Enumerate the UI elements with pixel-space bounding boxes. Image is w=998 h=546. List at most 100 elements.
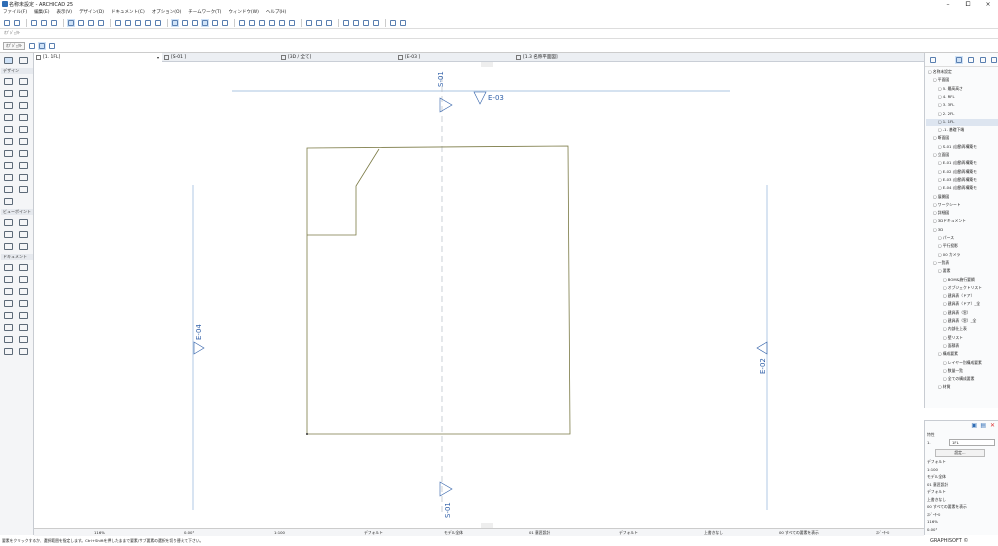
section-document[interactable]: ドキュメント	[1, 254, 33, 260]
menu-document[interactable]: ドキュメント(C)	[111, 9, 145, 17]
publisher-icon[interactable]	[979, 56, 987, 64]
menu-teamwork[interactable]: チームワーク(T)	[188, 9, 221, 17]
teamwork-icon[interactable]	[372, 19, 380, 27]
navigator-item[interactable]: ▢ S-01 (自動再構築モ	[926, 144, 977, 151]
room-outline[interactable]	[307, 148, 380, 236]
3d-icon[interactable]	[305, 19, 313, 27]
navigator-item[interactable]: ▢ 名称未設定	[926, 69, 952, 76]
zoom-icon[interactable]	[248, 19, 256, 27]
property-row[interactable]: 上書きなし	[927, 497, 946, 503]
navigator-item[interactable]: ▢ 建具表（窓）	[926, 310, 971, 317]
grid-snap-icon[interactable]	[114, 19, 122, 27]
slab-tool-icon[interactable]	[19, 90, 28, 97]
navigator-item[interactable]: ▢ 数量一覧	[926, 368, 963, 375]
renovation-icon[interactable]	[389, 19, 397, 27]
navigator-item[interactable]: ▢ 詳細図	[926, 210, 949, 217]
detail-tool-icon[interactable]	[4, 243, 13, 250]
rotate-icon[interactable]	[211, 19, 219, 27]
geometry-method-icon[interactable]	[28, 42, 36, 50]
circle-tool-icon[interactable]	[4, 324, 13, 331]
new-view-icon[interactable]: ▣	[971, 422, 977, 429]
image-tool-icon[interactable]	[19, 348, 28, 355]
hotspot2-tool-icon[interactable]	[19, 336, 28, 343]
selection-method-icon[interactable]	[38, 41, 46, 50]
property-row[interactable]: 1:100	[927, 467, 938, 472]
menu-options[interactable]: オプション(O)	[152, 9, 182, 17]
camera-tool-icon[interactable]	[19, 243, 28, 250]
line-tool-icon[interactable]	[19, 312, 28, 319]
tab-3d-all[interactable]: [3D / 全て]	[279, 53, 396, 62]
shell-tool-icon[interactable]	[19, 102, 28, 109]
navigator-item[interactable]: ▢ 建具表（ドア）	[926, 293, 974, 300]
marquee-tool-icon[interactable]	[19, 57, 28, 64]
measure-icon[interactable]	[238, 19, 246, 27]
rotation-angle[interactable]: 0.00°	[184, 530, 194, 535]
navigator-item[interactable]: ▢ BOM&施行要綱	[926, 277, 975, 284]
navigator-item[interactable]: ▢ 断面図	[926, 135, 949, 142]
navigator-item[interactable]: ▢ 3Dドキュメント	[926, 218, 966, 225]
suspend-groups-icon[interactable]	[144, 19, 152, 27]
tab-elevation-e03[interactable]: [E-03 ]	[396, 53, 514, 62]
grid-tool-icon[interactable]	[19, 186, 28, 193]
fillet-icon[interactable]	[288, 19, 296, 27]
maximize-button[interactable]: ⧠	[958, 0, 978, 9]
lamp-tool-icon[interactable]	[19, 174, 28, 181]
navigator-item[interactable]: ▢ 要素	[926, 268, 950, 275]
floor-plan-canvas[interactable]: S-01 E-03 E-04 E-02 S-01	[34, 62, 924, 528]
navigator-item[interactable]: ▢ 3D	[926, 227, 943, 234]
undo-icon[interactable]	[3, 19, 11, 27]
morph-tool-icon[interactable]	[19, 150, 28, 157]
navigator-item[interactable]: ▢ 2. 2FL	[926, 111, 954, 118]
navigator-item[interactable]: ▢ レイヤー別構成要素	[926, 360, 982, 367]
interior-elevation-tool-icon[interactable]	[4, 231, 13, 238]
building-outline[interactable]	[306, 145, 571, 435]
menu-design[interactable]: デザイン(D)	[79, 9, 104, 17]
property-row[interactable]: 01 意匠設計	[927, 482, 948, 488]
object-tool-icon[interactable]	[4, 174, 13, 181]
opening-tool-icon[interactable]	[4, 150, 13, 157]
snap-point-icon[interactable]	[87, 19, 95, 27]
roof-tool-icon[interactable]	[4, 102, 13, 109]
story-name-field[interactable]: 1FL	[949, 439, 995, 446]
layout-book-icon[interactable]	[967, 56, 975, 64]
print-icon[interactable]	[362, 19, 370, 27]
navigator-item[interactable]: ▢ オブジェクトリスト	[926, 285, 982, 292]
navigator-item[interactable]: ▢ 構成要素	[926, 351, 958, 358]
navigator-item[interactable]: ▢ -1. 基礎下端	[926, 127, 964, 134]
elevation-marker-tool-icon[interactable]	[19, 219, 28, 226]
navigator-item[interactable]: ▢ E-04 (自動再構築モ	[926, 185, 977, 192]
dimension-tool-icon[interactable]	[4, 264, 13, 271]
navigator-item[interactable]: ▢ 一覧表	[926, 260, 949, 267]
clone-view-icon[interactable]: ▤	[980, 422, 986, 429]
e04-arrow-icon[interactable]	[193, 341, 205, 355]
property-row[interactable]: 00 すべての要素を表示	[927, 504, 967, 510]
equipment-tool-icon[interactable]	[4, 186, 13, 193]
navigator-item[interactable]: ▢ ワークシート	[926, 202, 961, 209]
snap-guide-icon[interactable]	[97, 19, 105, 27]
window-tool-icon[interactable]	[4, 138, 13, 145]
navigator-item[interactable]: ▢ 4. RFL	[926, 94, 955, 101]
navigator-item[interactable]: ▢ 建具表（ドア）_全	[926, 301, 980, 308]
group-icon[interactable]	[201, 18, 209, 27]
menu-window[interactable]: ウィンドウ(W)	[228, 9, 258, 17]
offset-icon[interactable]	[278, 19, 286, 27]
e03-arrow-icon[interactable]	[473, 91, 487, 105]
view-map-icon[interactable]	[955, 56, 963, 64]
navigator-item[interactable]: ▢ 1. 1FL	[926, 118, 998, 126]
section-marker-tool-icon[interactable]	[4, 219, 13, 226]
navigator-item[interactable]: ▢ 平行投影	[926, 243, 958, 250]
navigator-item[interactable]: ▢ E-01 (自動再構築モ	[926, 160, 977, 167]
label-tool-icon[interactable]	[19, 288, 28, 295]
section-design[interactable]: デザイン	[1, 68, 33, 74]
worksheet-tool-icon[interactable]	[19, 231, 28, 238]
guide-line-icon[interactable]	[77, 19, 85, 27]
inject-icon[interactable]	[40, 19, 48, 27]
align-icon[interactable]	[258, 19, 266, 27]
outline-node-point[interactable]	[306, 433, 308, 435]
text-tool-icon[interactable]	[4, 288, 13, 295]
figure-tool-icon[interactable]	[19, 300, 28, 307]
trace-icon[interactable]	[154, 19, 162, 27]
arrow-tool-icon[interactable]	[67, 18, 75, 27]
constraint-icon[interactable]	[134, 19, 142, 27]
stair-tool-icon[interactable]	[4, 114, 13, 121]
